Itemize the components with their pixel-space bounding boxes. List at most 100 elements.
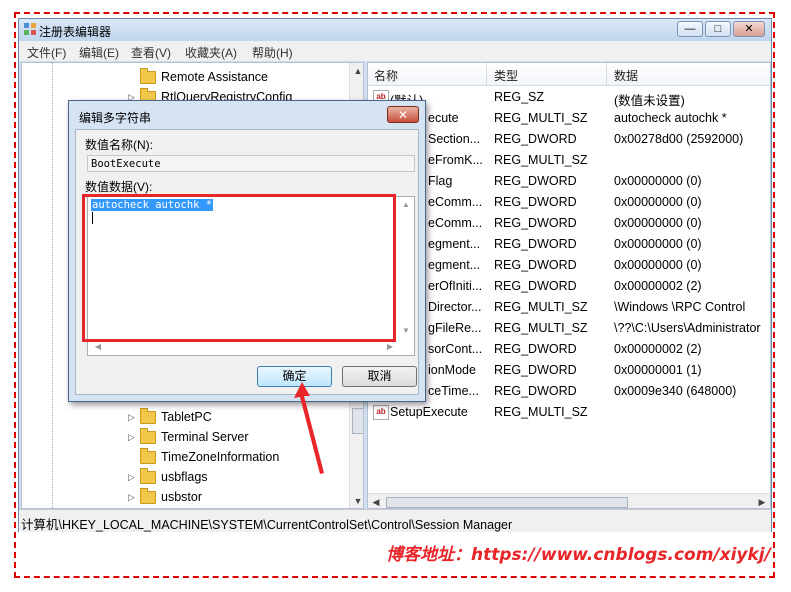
maximize-button[interactable]: □ [705, 21, 731, 37]
cancel-button[interactable]: 取消 [342, 366, 417, 387]
column-header-name[interactable]: 名称 [374, 67, 398, 84]
status-path: 计算机\HKEY_LOCAL_MACHINE\SYSTEM\CurrentCon… [21, 518, 513, 532]
cell-type: REG_DWORD [494, 258, 577, 272]
cell-data: 0x00000002 (2) [614, 279, 702, 293]
cell-type: REG_DWORD [494, 216, 577, 230]
menu-favorites[interactable]: 收藏夹(A) [185, 44, 237, 61]
table-row[interactable]: abeFromK...REG_MULTI_SZ [368, 150, 770, 171]
scroll-up-icon[interactable]: ▲ [350, 63, 363, 79]
cell-name: ecute [428, 111, 459, 125]
list-horizontal-scrollbar[interactable]: ◀ ▶ [368, 493, 770, 508]
table-row[interactable]: abeComm...REG_DWORD0x00000000 (0) [368, 192, 770, 213]
cell-data: 0x00000002 (2) [614, 342, 702, 356]
value-name-label: 数值名称(N): [85, 138, 153, 152]
dialog-title: 编辑多字符串 [79, 111, 152, 125]
cell-name: Section... [428, 132, 481, 146]
column-header-type[interactable]: 类型 [494, 67, 518, 84]
expand-arrow-icon[interactable]: ▷ [128, 493, 136, 502]
tree-item-label: usbflags [161, 470, 208, 484]
column-separator[interactable] [606, 63, 607, 85]
cell-data: \Windows \RPC Control [614, 300, 746, 314]
table-row[interactable]: ab(默认)REG_SZ(数值未设置) [368, 87, 770, 108]
table-row[interactable]: abecuteREG_MULTI_SZautocheck autochk * [368, 108, 770, 129]
scroll-thumb[interactable] [352, 408, 363, 434]
table-row[interactable]: abSection...REG_DWORD0x00278d00 (2592000… [368, 129, 770, 150]
cell-name: sorCont... [428, 342, 483, 356]
regedit-app-icon [24, 23, 36, 35]
column-separator[interactable] [486, 63, 487, 85]
annotation-highlight-box [82, 194, 396, 342]
table-row[interactable]: abionModeREG_DWORD0x00000001 (1) [368, 360, 770, 381]
status-bar: 计算机\HKEY_LOCAL_MACHINE\SYSTEM\CurrentCon… [19, 509, 771, 532]
table-row[interactable]: ab SetupExecute REG_MULTI_SZ [368, 402, 770, 423]
folder-icon [140, 428, 156, 444]
cell-type: REG_DWORD [494, 132, 577, 146]
expand-arrow-icon[interactable]: ▷ [128, 413, 136, 422]
cell-name: eFromK... [428, 153, 483, 167]
cell-data: 0x00000000 (0) [614, 174, 702, 188]
cell-data: 0x00000000 (0) [614, 216, 702, 230]
cell-data: \??\C:\Users\Administrator [614, 321, 761, 335]
cell-name: egment... [428, 237, 481, 251]
scroll-down-icon[interactable]: ▼ [350, 493, 363, 508]
cell-name: ionMode [428, 363, 476, 377]
tree-item[interactable]: Remote Assistance [22, 68, 352, 88]
cell-type: REG_DWORD [494, 363, 577, 377]
scroll-right-icon[interactable]: ▶ [754, 494, 770, 508]
cell-type: REG_DWORD [494, 342, 577, 356]
list-header: 名称 类型 数据 [368, 63, 770, 86]
cell-name: Flag [428, 174, 453, 188]
cell-type: REG_MULTI_SZ [494, 153, 588, 167]
scroll-down-icon[interactable]: ▼ [398, 323, 414, 339]
table-row[interactable]: abeComm...REG_DWORD0x00000000 (0) [368, 213, 770, 234]
folder-icon [140, 448, 156, 464]
table-row[interactable]: abgFileRe...REG_MULTI_SZ\??\C:\Users\Adm… [368, 318, 770, 339]
scroll-thumb[interactable] [386, 497, 628, 508]
cell-name: SetupExecute [390, 405, 468, 419]
cell-name: eComm... [428, 195, 483, 209]
table-row[interactable]: abFlagREG_DWORD0x00000000 (0) [368, 171, 770, 192]
scroll-up-icon[interactable]: ▲ [398, 197, 414, 213]
minimize-button[interactable]: — [677, 21, 703, 37]
table-row[interactable]: abceTime...REG_DWORD0x0009e340 (648000) [368, 381, 770, 402]
cell-name: erOfIniti... [428, 279, 483, 293]
cell-data: autocheck autochk * [614, 111, 727, 125]
tree-item-label: TabletPC [161, 410, 212, 424]
expand-arrow-icon[interactable]: ▷ [128, 473, 136, 482]
table-row[interactable]: absorCont...REG_DWORD0x00000002 (2) [368, 339, 770, 360]
table-row[interactable]: abegment...REG_DWORD0x00000000 (0) [368, 234, 770, 255]
menu-help[interactable]: 帮助(H) [252, 44, 293, 61]
title-bar[interactable]: 注册表编辑器 — □ ✕ [19, 19, 771, 41]
folder-icon [140, 408, 156, 424]
tree-item[interactable]: ▷ usbstor [22, 488, 352, 508]
cell-data: 0x00000000 (0) [614, 237, 702, 251]
dialog-close-button[interactable]: ✕ [387, 106, 419, 123]
tree-item-label: usbstor [161, 490, 202, 504]
tree-item-label: Remote Assistance [161, 70, 268, 84]
folder-icon [140, 468, 156, 484]
cell-type: REG_MULTI_SZ [494, 405, 588, 419]
cell-data: (数值未设置) [614, 94, 685, 108]
table-row[interactable]: aberOfIniti...REG_DWORD0x00000002 (2) [368, 276, 770, 297]
menu-file[interactable]: 文件(F) [27, 44, 66, 61]
cell-name: eComm... [428, 216, 483, 230]
value-data-label: 数值数据(V): [85, 180, 153, 194]
menu-edit[interactable]: 编辑(E) [79, 44, 119, 61]
window-title: 注册表编辑器 [39, 25, 112, 39]
cell-type: REG_DWORD [494, 237, 577, 251]
cell-name: egment... [428, 258, 481, 272]
annotation-arrow-icon [294, 382, 324, 474]
value-name-field[interactable]: BootExecute [87, 155, 415, 172]
cell-data: 0x00278d00 (2592000) [614, 132, 744, 146]
menu-view[interactable]: 查看(V) [131, 44, 171, 61]
blog-watermark: 博客地址：https://www.cnblogs.com/xiykj/ [386, 545, 771, 565]
values-list-pane[interactable]: 名称 类型 数据 ab(默认)REG_SZ(数值未设置)abecuteREG_M… [367, 62, 771, 509]
scroll-left-icon[interactable]: ◀ [368, 494, 384, 508]
cell-type: REG_DWORD [494, 384, 577, 398]
table-row[interactable]: abDirector...REG_MULTI_SZ\Windows \RPC C… [368, 297, 770, 318]
column-header-data[interactable]: 数据 [614, 67, 638, 84]
cell-data: 0x0009e340 (648000) [614, 384, 737, 398]
table-row[interactable]: abegment...REG_DWORD0x00000000 (0) [368, 255, 770, 276]
close-button[interactable]: ✕ [733, 21, 765, 37]
expand-arrow-icon[interactable]: ▷ [128, 433, 136, 442]
